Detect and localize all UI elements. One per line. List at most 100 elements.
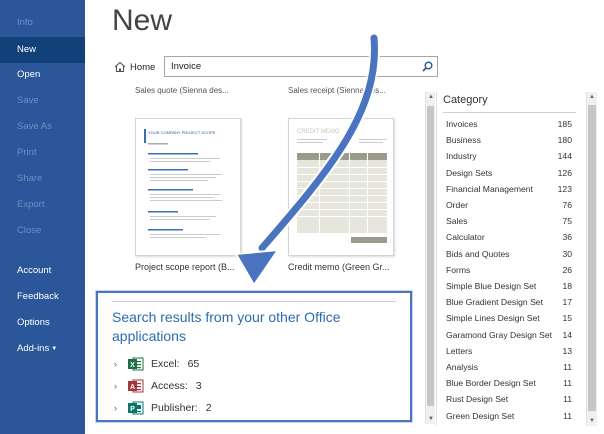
category-count: 36: [562, 232, 572, 243]
home-link[interactable]: Home: [114, 59, 155, 75]
category-item[interactable]: Simple Blue Design Set 18: [446, 278, 572, 294]
svg-text:X: X: [130, 362, 135, 369]
results-title: Search results from your other Office ap…: [112, 309, 341, 344]
template-caption-cut: Sales quote (Sienna des...: [135, 86, 229, 95]
nav-item-close[interactable]: Close: [0, 218, 85, 244]
category-item[interactable]: Invoices 185: [446, 116, 572, 132]
category-item[interactable]: Bids and Quotes 30: [446, 246, 572, 262]
template-caption[interactable]: Project scope report (B...: [135, 262, 235, 272]
category-item[interactable]: Simple Lines Design Set 15: [446, 310, 572, 326]
search-button[interactable]: [417, 57, 437, 76]
category-label: Rust Design Set: [446, 394, 509, 405]
project-scope-preview: YOUR COMPANY PROJECT SCOPE: [144, 129, 222, 238]
nav-item-save-as[interactable]: Save As: [0, 114, 85, 140]
search-input[interactable]: [165, 57, 417, 76]
category-item[interactable]: Calculator 36: [446, 229, 572, 245]
chevron-right-icon: ›: [114, 381, 117, 391]
divider: [112, 301, 396, 302]
access-icon: A: [128, 379, 144, 393]
credit-memo-preview: CREDIT MEMO: [289, 119, 393, 255]
nav-item-save[interactable]: Save: [0, 88, 85, 114]
category-count: 11: [563, 362, 572, 372]
category-item[interactable]: Order 76: [446, 197, 572, 213]
template-thumbnail-project-scope[interactable]: YOUR COMPANY PROJECT SCOPE: [135, 118, 241, 256]
app-name: Publisher:: [151, 402, 198, 414]
category-label: Financial Management: [446, 183, 533, 194]
template-caption-cut: Sales receipt (Sienna des...: [288, 86, 386, 95]
category-label: Forms: [446, 264, 471, 275]
scroll-up-icon[interactable]: ▲: [587, 92, 597, 102]
nav-item-add-ins-label: Add-ins: [17, 343, 50, 354]
nav-item-add-ins[interactable]: Add-ins ▼: [0, 336, 85, 362]
nav-item-export[interactable]: Export: [0, 192, 85, 218]
category-label: Invoices: [446, 119, 478, 129]
app-name: Excel:: [151, 358, 180, 370]
svg-text:A: A: [130, 384, 135, 391]
category-count: 17: [562, 297, 572, 308]
category-label: Sales: [446, 216, 468, 227]
result-row-access[interactable]: › A Access: 3: [114, 377, 202, 395]
search-icon: [421, 61, 432, 72]
category-count: 13: [562, 345, 572, 356]
publisher-icon: P: [128, 401, 144, 415]
scroll-down-icon[interactable]: ▼: [587, 416, 597, 426]
nav-item-share[interactable]: Share: [0, 166, 85, 192]
result-row-publisher[interactable]: › P Publisher: 2: [114, 399, 212, 417]
category-count: 15: [562, 313, 572, 324]
template-caption[interactable]: Credit memo (Green Gr...: [288, 262, 390, 272]
thumb-heading: CREDIT MEMO: [297, 129, 340, 135]
nav-item-open[interactable]: Open: [0, 62, 85, 88]
nav-item-new[interactable]: New: [0, 37, 85, 63]
category-item[interactable]: Business 180: [446, 132, 572, 148]
category-label: Analysis: [446, 362, 478, 372]
category-count: 126: [557, 167, 572, 178]
nav-item-info[interactable]: Info: [0, 10, 85, 36]
category-count: 123: [557, 183, 572, 194]
category-label: Letters: [446, 345, 473, 356]
category-label: Blue Border Design Set: [446, 378, 536, 389]
page-title: New: [112, 4, 173, 37]
category-item[interactable]: Design Sets 126: [446, 165, 572, 181]
category-item[interactable]: Sales 75: [446, 213, 572, 229]
result-count: 3: [195, 380, 202, 392]
chevron-right-icon: ›: [114, 403, 117, 413]
chevron-right-icon: ›: [114, 359, 117, 369]
category-item[interactable]: Forms 26: [446, 262, 572, 278]
category-count: 26: [562, 264, 572, 275]
category-item[interactable]: Blue Border Design Set 11: [446, 375, 572, 391]
category-item[interactable]: Analysis 11: [446, 359, 572, 375]
result-row-excel[interactable]: › X Excel: 65: [114, 355, 199, 373]
category-label: Design Sets: [446, 167, 493, 178]
category-count: 76: [562, 200, 572, 210]
category-scrollbar[interactable]: ▲ ▼: [586, 92, 597, 426]
scrollbar-thumb[interactable]: [588, 105, 596, 411]
excel-icon: X: [128, 357, 144, 371]
home-icon: [114, 61, 126, 73]
nav-item-feedback[interactable]: Feedback: [0, 284, 85, 310]
templates-scrollbar[interactable]: ▲ ▼: [425, 92, 435, 424]
template-search: [164, 56, 438, 77]
category-label: Simple Lines Design Set: [446, 313, 540, 324]
category-label: Garamond Gray Design Set: [446, 329, 553, 340]
category-item[interactable]: Green Design Set 11: [446, 408, 572, 424]
scroll-up-icon[interactable]: ▲: [426, 92, 436, 102]
scrollbar-thumb[interactable]: [427, 106, 434, 406]
nav-item-options[interactable]: Options: [0, 310, 85, 336]
category-label: Industry: [446, 151, 477, 162]
category-count: 11: [563, 394, 572, 405]
category-count: 75: [562, 216, 572, 227]
result-count: 2: [205, 402, 212, 414]
category-item[interactable]: Blue Gradient Design Set 17: [446, 294, 572, 310]
category-item[interactable]: Industry 144: [446, 148, 572, 164]
category-item[interactable]: Financial Management 123: [446, 181, 572, 197]
nav-item-account[interactable]: Account: [0, 258, 85, 284]
category-count: 180: [557, 135, 572, 146]
category-label: Business: [446, 135, 481, 146]
category-item[interactable]: Rust Design Set 11: [446, 391, 572, 407]
scroll-down-icon[interactable]: ▼: [426, 414, 436, 424]
nav-item-print[interactable]: Print: [0, 140, 85, 166]
category-item[interactable]: Letters 13: [446, 343, 572, 359]
template-thumbnail-credit-memo[interactable]: CREDIT MEMO: [288, 118, 394, 256]
app-name: Access:: [151, 380, 188, 392]
category-item[interactable]: Garamond Gray Design Set 14: [446, 327, 572, 343]
